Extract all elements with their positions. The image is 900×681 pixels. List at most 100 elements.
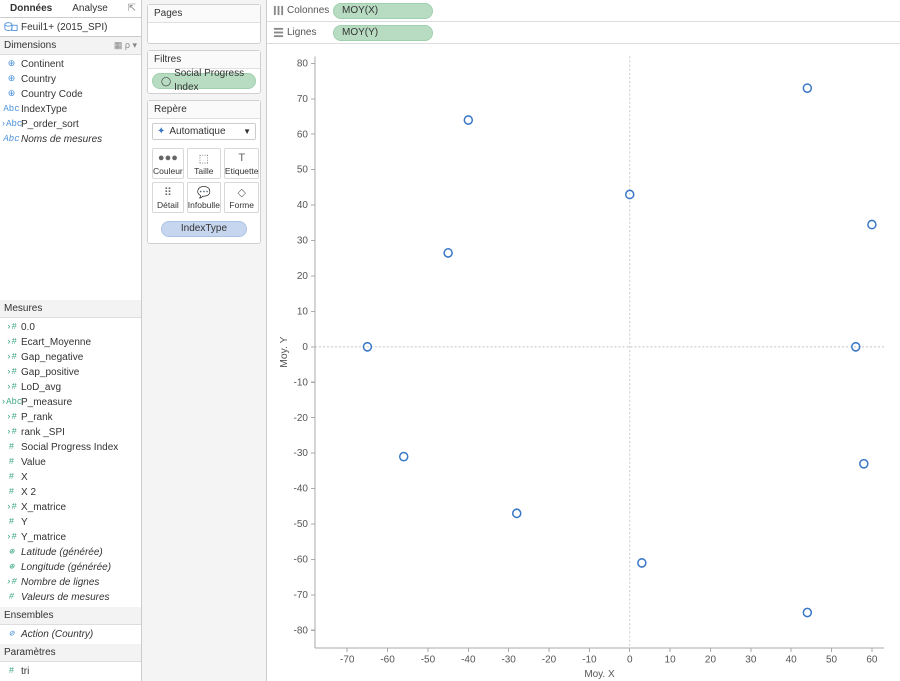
datasource-icon	[4, 21, 18, 33]
field-item[interactable]: ⊕ Country Code	[0, 87, 141, 102]
data-point[interactable]	[803, 84, 811, 92]
view-toggle-icon[interactable]: ▦ ρ ▾	[114, 40, 137, 51]
svg-text:20: 20	[297, 271, 308, 282]
pages-shelf[interactable]: Pages	[147, 4, 261, 44]
marks-detail-pill[interactable]: IndexType	[161, 221, 247, 237]
data-point[interactable]	[444, 249, 452, 257]
field-item[interactable]: ›# Nombre de lignes	[0, 575, 141, 590]
field-item[interactable]: ›# X_matrice	[0, 500, 141, 515]
field-label: X	[21, 471, 28, 484]
field-item[interactable]: ›Abc P_measure	[0, 395, 141, 410]
field-item[interactable]: ⊕ Country	[0, 72, 141, 87]
filter-label: Social Progress Index	[174, 67, 247, 95]
svg-text:-10: -10	[582, 654, 597, 665]
columns-shelf[interactable]: Colonnes MOY(X)	[267, 0, 900, 22]
svg-text:0: 0	[627, 654, 633, 665]
rows-shelf[interactable]: Lignes MOY(Y)	[267, 22, 900, 44]
svg-text:30: 30	[297, 235, 308, 246]
measures-title: Mesures	[4, 303, 42, 314]
pages-title: Pages	[148, 5, 260, 23]
tab-analysis[interactable]: Analyse	[62, 0, 118, 17]
field-item[interactable]: ⊕ Longitude (générée)	[0, 560, 141, 575]
marks-type-select[interactable]: ✦ Automatique ▼	[152, 123, 256, 140]
data-tabs: Données Analyse ⇱	[0, 0, 141, 18]
field-item[interactable]: ›# Ecart_Moyenne	[0, 335, 141, 350]
params-header: Paramètres	[0, 644, 141, 662]
field-item[interactable]: ⊕ Latitude (générée)	[0, 545, 141, 560]
measures-list: ›# 0.0 ›# Ecart_Moyenne ›# Gap_negative …	[0, 318, 141, 607]
svg-text:50: 50	[826, 654, 837, 665]
field-item[interactable]: ›# P_rank	[0, 410, 141, 425]
tab-data[interactable]: Données	[0, 0, 62, 17]
svg-text:10: 10	[665, 654, 676, 665]
field-label: Longitude (générée)	[21, 561, 111, 574]
field-item[interactable]: ›# Gap_negative	[0, 350, 141, 365]
data-point[interactable]	[868, 220, 876, 228]
field-item[interactable]: # tri	[0, 664, 141, 679]
field-item[interactable]: ›Abc P_order_sort	[0, 117, 141, 132]
pin-icon[interactable]: ⇱	[123, 0, 141, 17]
field-label: Y	[21, 516, 28, 529]
svg-text:Moy. Y: Moy. Y	[279, 336, 290, 367]
svg-text:-10: -10	[294, 377, 309, 388]
filters-shelf[interactable]: Filtres ◯ Social Progress Index	[147, 50, 261, 94]
field-item[interactable]: # X	[0, 470, 141, 485]
svg-text:-80: -80	[294, 625, 309, 636]
field-item[interactable]: ›# Gap_positive	[0, 365, 141, 380]
data-point[interactable]	[513, 509, 521, 517]
field-label: P_order_sort	[21, 118, 79, 131]
field-label: Action (Country)	[21, 628, 93, 641]
marks-cell-icon: ●●●	[153, 152, 183, 166]
dimensions-header: Dimensions ▦ ρ ▾	[0, 37, 141, 55]
field-label: P_measure	[21, 396, 72, 409]
field-item[interactable]: ⊘ Action (Country)	[0, 627, 141, 642]
svg-text:Moy. X: Moy. X	[584, 669, 615, 679]
field-label: X 2	[21, 486, 36, 499]
filter-icon: ◯	[161, 74, 171, 88]
data-point[interactable]	[400, 453, 408, 461]
field-item[interactable]: Abc Noms de mesures	[0, 132, 141, 147]
marks-détail[interactable]: ⠿ Détail	[152, 182, 184, 213]
field-item[interactable]: # Social Progress Index	[0, 440, 141, 455]
scatter-chart[interactable]: -70-60-50-40-30-20-100102030405060-80-70…	[275, 48, 894, 679]
datasource-selector[interactable]: Feuil1+ (2015_SPI)	[0, 18, 141, 37]
field-item[interactable]: ›# Y_matrice	[0, 530, 141, 545]
marks-etiquette[interactable]: T Etiquette	[224, 148, 260, 179]
field-label: rank _SPI	[21, 426, 65, 439]
field-item[interactable]: ⊕ Continent	[0, 57, 141, 72]
svg-text:80: 80	[297, 58, 308, 69]
marks-infobulle[interactable]: 💬 Infobulle	[187, 182, 221, 213]
params-list: # tri	[0, 662, 141, 681]
chevron-down-icon: ▼	[243, 127, 251, 136]
data-point[interactable]	[638, 559, 646, 567]
field-item[interactable]: ›# 0.0	[0, 320, 141, 335]
marks-forme[interactable]: ◇ Forme	[224, 182, 260, 213]
data-point[interactable]	[803, 608, 811, 616]
field-item[interactable]: ›# LoD_avg	[0, 380, 141, 395]
field-label: Gap_negative	[21, 351, 83, 364]
columns-pill[interactable]: MOY(X)	[333, 3, 433, 19]
data-point[interactable]	[860, 460, 868, 468]
field-item[interactable]: ›# rank _SPI	[0, 425, 141, 440]
columns-pill-label: MOY(X)	[342, 4, 378, 18]
marks-taille[interactable]: ⬚ Taille	[187, 148, 221, 179]
marks-couleur[interactable]: ●●● Couleur	[152, 148, 184, 179]
dimensions-title: Dimensions	[4, 40, 56, 51]
marks-cell-label: Détail	[157, 200, 179, 210]
rows-pill[interactable]: MOY(Y)	[333, 25, 433, 41]
sets-header: Ensembles	[0, 607, 141, 625]
svg-text:-20: -20	[542, 654, 557, 665]
field-item[interactable]: # Y	[0, 515, 141, 530]
svg-text:-60: -60	[380, 654, 395, 665]
field-item[interactable]: # Value	[0, 455, 141, 470]
filter-pill-spi[interactable]: ◯ Social Progress Index	[152, 73, 256, 89]
marks-detail-label: IndexType	[181, 222, 227, 236]
columns-icon	[273, 5, 284, 16]
marks-cell-label: Taille	[194, 166, 213, 176]
field-item[interactable]: # X 2	[0, 485, 141, 500]
field-item[interactable]: Abc IndexType	[0, 102, 141, 117]
svg-text:-20: -20	[294, 413, 309, 424]
field-item[interactable]: # Valeurs de mesures	[0, 590, 141, 605]
svg-text:10: 10	[297, 306, 308, 317]
data-point[interactable]	[464, 116, 472, 124]
